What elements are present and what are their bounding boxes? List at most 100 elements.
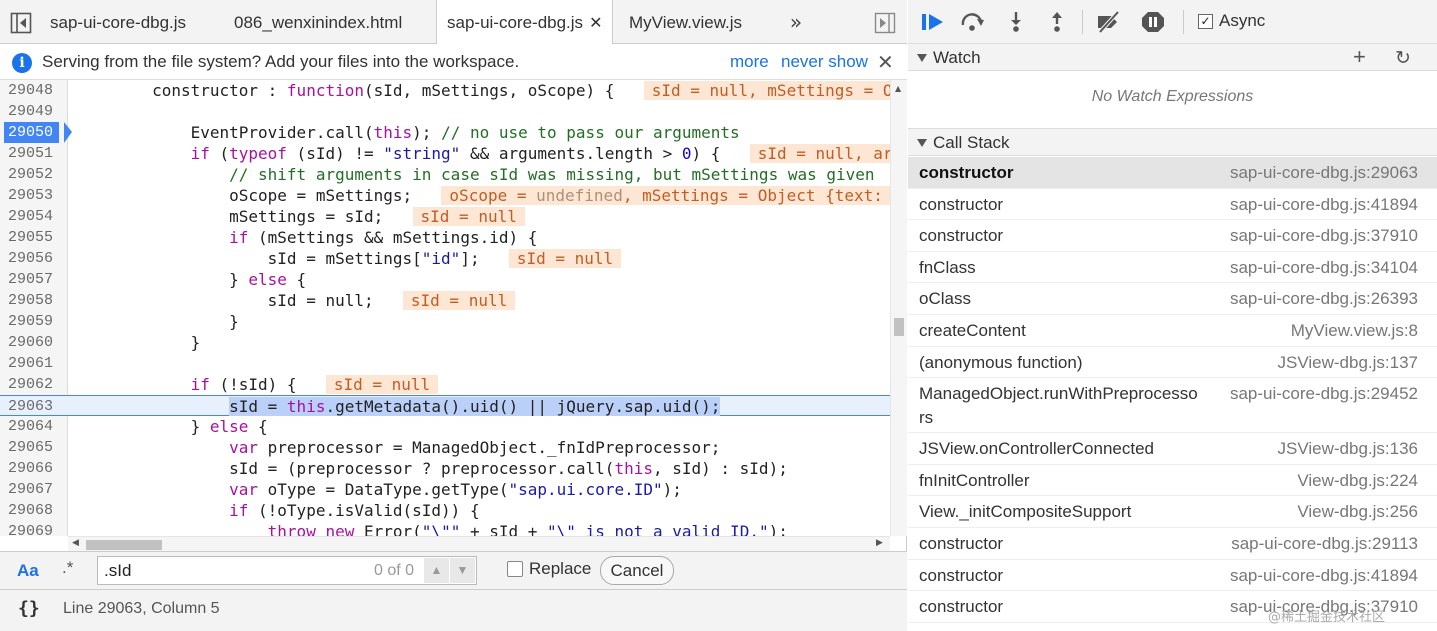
line-number[interactable]: 29061 bbox=[8, 353, 53, 374]
watch-section-header[interactable]: Watch + ↻ bbox=[908, 43, 1437, 71]
step-into-icon[interactable] bbox=[1003, 11, 1029, 33]
cancel-search-button[interactable]: Cancel bbox=[600, 556, 674, 585]
match-case-button[interactable]: Aa bbox=[17, 561, 39, 581]
step-over-icon[interactable] bbox=[960, 11, 986, 33]
line-number[interactable]: 29068 bbox=[8, 500, 53, 521]
call-frame-location[interactable]: sap-ui-core-dbg.js:29113 bbox=[1231, 528, 1418, 559]
call-frame[interactable]: ManagedObject.runWithPreprocesso rs sap-ui… bbox=[908, 378, 1437, 434]
call-frame[interactable]: fnInitController View-dbg.js:224 bbox=[908, 465, 1437, 497]
code-line[interactable]: 29060 } bbox=[0, 332, 890, 353]
code-line[interactable]: 29058 sId = null; sId = null bbox=[0, 290, 890, 311]
call-frame-location[interactable]: sap-ui-core-dbg.js:29452 bbox=[1230, 378, 1418, 409]
editor-tab[interactable]: 086_wenxinindex.html bbox=[224, 0, 412, 44]
call-frame-location[interactable]: sap-ui-core-dbg.js:26393 bbox=[1230, 283, 1418, 314]
code-line[interactable]: 29061 bbox=[0, 353, 890, 374]
line-number[interactable]: 29057 bbox=[8, 269, 53, 290]
editor-tab[interactable]: sap-ui-core-dbg.js bbox=[40, 0, 196, 44]
call-frame-location[interactable]: MyView.view.js:8 bbox=[1291, 315, 1418, 346]
horizontal-scroll-thumb[interactable] bbox=[86, 540, 162, 550]
vertical-scroll-thumb[interactable] bbox=[894, 318, 904, 336]
call-frame-location[interactable]: sap-ui-core-dbg.js:37910 bbox=[1230, 220, 1418, 251]
code-line[interactable]: 29067 var oType = DataType.getType("sap.… bbox=[0, 479, 890, 500]
breakpoint-marker-icon[interactable] bbox=[64, 122, 72, 143]
code-line[interactable]: 29055 if (mSettings && mSettings.id) { bbox=[0, 227, 890, 248]
call-frame-location[interactable]: JSView-dbg.js:137 bbox=[1278, 347, 1419, 378]
code-line[interactable]: 29050 EventProvider.call(this); // no us… bbox=[0, 122, 890, 143]
call-frame[interactable]: oClass sap-ui-core-dbg.js:26393 bbox=[908, 283, 1437, 315]
code-line[interactable]: 29048 constructor : function(sId, mSetti… bbox=[0, 80, 890, 101]
line-number[interactable]: 29051 bbox=[8, 143, 53, 164]
code-line[interactable]: 29052 // shift arguments in case sId was… bbox=[0, 164, 890, 185]
line-number[interactable]: 29060 bbox=[8, 332, 53, 353]
line-number[interactable]: 29064 bbox=[8, 416, 53, 437]
call-frame-location[interactable]: sap-ui-core-dbg.js:41894 bbox=[1230, 560, 1418, 591]
code-line[interactable]: 29069 throw new Error("\"" + sId + "\" i… bbox=[0, 521, 890, 536]
replace-checkbox[interactable] bbox=[507, 561, 523, 577]
regex-button[interactable]: .* bbox=[62, 558, 73, 578]
scroll-right-icon[interactable]: ▶ bbox=[876, 538, 883, 548]
line-number[interactable]: 29059 bbox=[8, 311, 53, 332]
line-number[interactable]: 29066 bbox=[8, 458, 53, 479]
code-line[interactable]: 29068 if (!oType.isValid(sId)) { bbox=[0, 500, 890, 521]
code-line[interactable]: 29049 bbox=[0, 101, 890, 122]
editor-tab[interactable]: sap-ui-core-dbg.js ✕ bbox=[436, 0, 614, 45]
editor-vertical-scrollbar[interactable]: ▲ bbox=[890, 80, 907, 536]
editor-horizontal-scrollbar[interactable]: ◀ ▶ bbox=[68, 536, 890, 551]
line-number[interactable]: 29053 bbox=[8, 185, 53, 206]
toggle-navigator-icon[interactable] bbox=[10, 12, 32, 34]
line-number[interactable]: 29049 bbox=[8, 101, 53, 122]
code-line[interactable]: 29057 } else { bbox=[0, 269, 890, 290]
infobar-more-link[interactable]: more bbox=[730, 52, 769, 72]
pause-on-exceptions-icon[interactable] bbox=[1140, 11, 1166, 33]
step-out-icon[interactable] bbox=[1044, 11, 1070, 33]
call-frame[interactable]: constructor sap-ui-core-dbg.js:37910 bbox=[908, 220, 1437, 252]
search-input[interactable]: .sId 0 of 0 ▲ ▼ bbox=[97, 556, 477, 585]
line-number[interactable]: 29067 bbox=[8, 479, 53, 500]
pretty-print-button[interactable]: {} bbox=[18, 598, 40, 619]
code-line[interactable]: 29053 oScope = mSettings; oScope = undef… bbox=[0, 185, 890, 206]
add-watch-icon[interactable]: + bbox=[1353, 44, 1366, 70]
scroll-left-icon[interactable]: ◀ bbox=[72, 538, 79, 548]
call-frame-location[interactable]: sap-ui-core-dbg.js:41894 bbox=[1230, 189, 1418, 220]
toggle-debugger-icon[interactable] bbox=[874, 12, 896, 34]
code-line[interactable]: 29054 mSettings = sId; sId = null bbox=[0, 206, 890, 227]
call-frame[interactable]: constructor sap-ui-core-dbg.js:41894 bbox=[908, 189, 1437, 221]
code-line[interactable]: 29062 if (!sId) { sId = null bbox=[0, 374, 890, 395]
line-number[interactable]: 29055 bbox=[8, 227, 53, 248]
call-frame-location[interactable]: sap-ui-core-dbg.js:29063 bbox=[1230, 157, 1418, 188]
more-tabs-icon[interactable]: » bbox=[785, 10, 807, 34]
deactivate-breakpoints-icon[interactable] bbox=[1096, 11, 1122, 33]
code-editor[interactable]: 29048 constructor : function(sId, mSetti… bbox=[0, 80, 890, 536]
editor-tab[interactable]: MyView.view.js bbox=[619, 0, 752, 44]
line-number[interactable]: 29058 bbox=[8, 290, 53, 311]
search-prev-button[interactable]: ▲ bbox=[424, 558, 449, 583]
call-frame[interactable]: fnClass sap-ui-core-dbg.js:34104 bbox=[908, 252, 1437, 284]
scroll-up-icon[interactable]: ▲ bbox=[895, 84, 901, 93]
line-number[interactable]: 29054 bbox=[8, 206, 53, 227]
async-checkbox[interactable]: ✓ bbox=[1198, 14, 1213, 29]
line-number[interactable]: 29056 bbox=[8, 248, 53, 269]
resume-icon[interactable] bbox=[920, 11, 946, 33]
code-line[interactable]: 29065 var preprocessor = ManagedObject._… bbox=[0, 437, 890, 458]
breakpoint-line-number[interactable]: 29050 bbox=[4, 122, 60, 143]
call-frame-location[interactable]: sap-ui-core-dbg.js:34104 bbox=[1230, 252, 1418, 283]
code-line[interactable]: 29059 } bbox=[0, 311, 890, 332]
search-next-button[interactable]: ▼ bbox=[450, 558, 475, 583]
call-frame[interactable]: constructor sap-ui-core-dbg.js:41894 bbox=[908, 560, 1437, 592]
call-frame-location[interactable]: JSView-dbg.js:136 bbox=[1278, 433, 1419, 464]
code-line[interactable]: 29051 if (typeof (sId) != "string" && ar… bbox=[0, 143, 890, 164]
call-frame-location[interactable]: View-dbg.js:256 bbox=[1297, 496, 1418, 527]
call-frame-location[interactable]: View-dbg.js:224 bbox=[1297, 465, 1418, 496]
line-number[interactable]: 29065 bbox=[8, 437, 53, 458]
line-number[interactable]: 29062 bbox=[8, 374, 53, 395]
code-line[interactable]: 29066 sId = (preprocessor ? preprocessor… bbox=[0, 458, 890, 479]
infobar-never-show-link[interactable]: never show bbox=[781, 52, 868, 72]
line-number[interactable]: 29063 bbox=[8, 396, 53, 417]
line-number[interactable]: 29052 bbox=[8, 164, 53, 185]
call-frame[interactable]: createContent MyView.view.js:8 bbox=[908, 315, 1437, 347]
call-frame[interactable]: View._initCompositeSupport View-dbg.js:25… bbox=[908, 496, 1437, 528]
refresh-watch-icon[interactable]: ↻ bbox=[1395, 47, 1411, 70]
tab-close-icon[interactable]: ✕ bbox=[589, 15, 602, 32]
callstack-section-header[interactable]: Call Stack bbox=[908, 128, 1437, 156]
line-number[interactable]: 29048 bbox=[8, 80, 53, 101]
